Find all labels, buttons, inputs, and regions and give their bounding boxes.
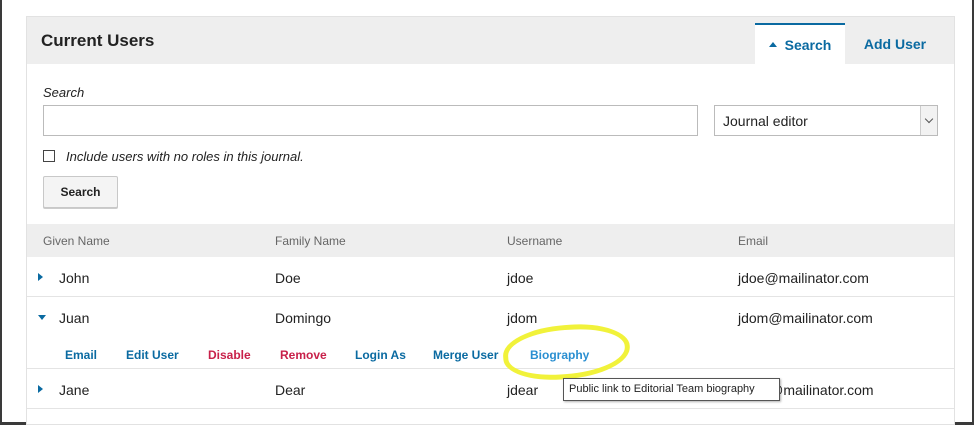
search-label: Search [43,85,85,100]
tab-search-label: Search [784,36,832,53]
username-cell: jdoe [507,270,534,286]
column-header-given-name: Given Name [43,234,110,248]
tab-search[interactable]: Search [755,23,845,64]
current-users-panel: Current Users Search Add User Search Jou… [26,16,955,425]
table-row: Jane Dear jdear jdear@mailinator.com [27,369,954,409]
column-header-family-name: Family Name [275,234,346,248]
email-cell: jdom@mailinator.com [738,310,873,326]
triangle-down-icon[interactable] [38,315,46,320]
panel-header: Current Users Search Add User [27,17,954,64]
remove-action[interactable]: Remove [280,348,327,362]
biography-tooltip: Public link to Editorial Team biography [563,378,780,401]
triangle-right-icon[interactable] [38,385,43,393]
edit-user-action[interactable]: Edit User [126,348,179,362]
table-header: Given Name Family Name Username Email [27,224,954,257]
search-input[interactable] [43,105,698,136]
username-cell: jdom [507,310,538,326]
table-row: John Doe jdoe jdoe@mailinator.com [27,257,954,297]
triangle-right-icon[interactable] [38,273,43,281]
role-select[interactable]: Journal editor [714,105,938,136]
username-cell: jdear [507,382,539,398]
panel-title: Current Users [41,31,155,50]
column-header-username: Username [507,234,563,248]
column-header-email: Email [738,234,769,248]
tab-add-user[interactable]: Add User [849,23,941,64]
family-name-cell: Dear [275,382,306,398]
given-name-cell: John [59,270,90,286]
chevron-down-icon [924,114,934,124]
merge-user-action[interactable]: Merge User [433,348,498,362]
given-name-cell: Jane [59,382,90,398]
family-name-cell: Domingo [275,310,332,326]
disable-action[interactable]: Disable [208,348,251,362]
email-action[interactable]: Email [65,348,97,362]
include-no-roles-checkbox[interactable] [43,150,55,162]
role-select-toggle[interactable] [920,106,937,135]
include-no-roles-label: Include users with no roles in this jour… [66,149,304,164]
role-select-value: Journal editor [723,113,808,129]
given-name-cell: Juan [59,310,90,326]
email-cell: jdoe@mailinator.com [738,270,869,286]
family-name-cell: Doe [275,270,301,286]
login-as-action[interactable]: Login As [355,348,406,362]
search-button[interactable]: Search [43,176,118,208]
triangle-up-icon [768,42,777,47]
tab-add-user-label: Add User [863,35,927,52]
biography-action[interactable]: Biography [530,348,589,362]
